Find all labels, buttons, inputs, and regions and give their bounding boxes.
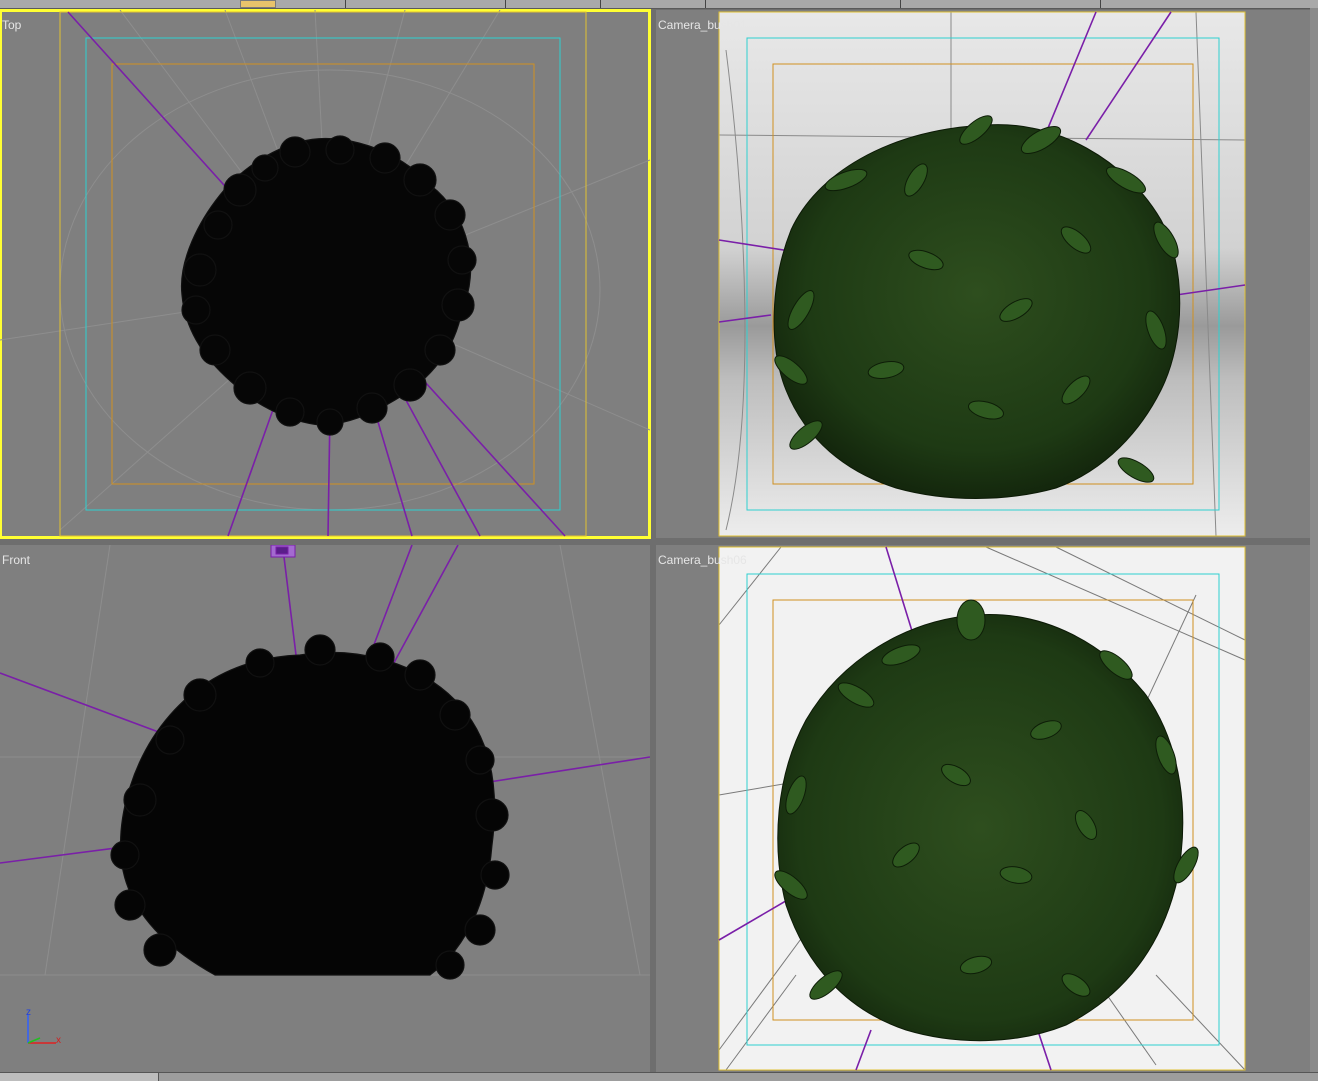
axis-gizmo	[27, 1015, 56, 1044]
toolbar-divider	[900, 0, 901, 8]
axis-z-label: z	[26, 1007, 31, 1018]
viewport-label-camera-bush01[interactable]: Camera_bush01	[658, 18, 747, 32]
toolbar-divider	[705, 0, 706, 8]
viewport-label-top[interactable]: Top	[2, 18, 21, 32]
toolbar-divider	[345, 0, 346, 8]
axis-x-label: x	[56, 1035, 61, 1046]
viewport-camera-bush01-canvas	[718, 11, 1246, 537]
viewport-label-front[interactable]: Front	[2, 553, 30, 567]
toolbar-divider	[1100, 0, 1101, 8]
viewport-camera-bush06[interactable]: Camera_bush06	[656, 545, 1310, 1072]
top-toolbar-strip	[0, 0, 1318, 9]
viewport-front[interactable]: Front z x	[0, 545, 650, 1072]
toolbar-divider	[505, 0, 506, 8]
viewport-camera-bush06-canvas	[718, 546, 1246, 1071]
toolbar-selected-swatch[interactable]	[240, 0, 276, 8]
viewport-top-canvas	[0, 10, 650, 537]
right-edge-strip	[1310, 8, 1318, 1072]
viewport-label-camera-bush06[interactable]: Camera_bush06	[658, 553, 747, 567]
light-icon	[270, 545, 296, 558]
viewport-camera-bush01[interactable]: Camera_bush01	[656, 10, 1310, 538]
viewport-top[interactable]: Top	[0, 9, 651, 539]
viewport-front-canvas: z x	[0, 545, 650, 1046]
bush-silhouette-front	[110, 634, 510, 980]
toolbar-divider	[600, 0, 601, 8]
